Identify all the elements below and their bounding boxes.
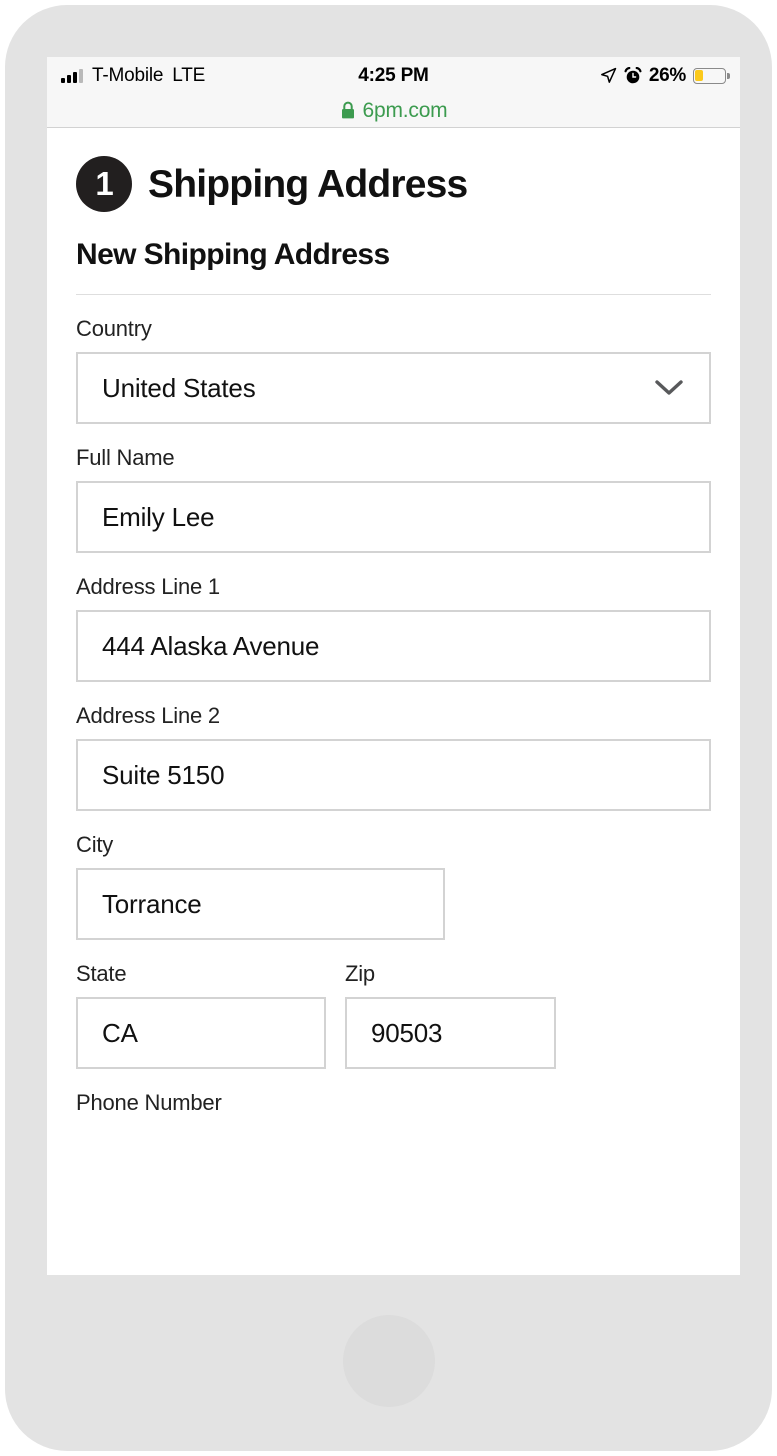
state-input[interactable]: CA	[76, 997, 326, 1069]
checkout-page: 1 Shipping Address New Shipping Address …	[47, 128, 740, 1116]
chevron-down-icon	[655, 380, 683, 395]
zip-label: Zip	[345, 961, 375, 986]
battery-icon	[693, 67, 730, 84]
url-text: 6pm.com	[362, 98, 448, 122]
state-label: State	[76, 961, 127, 986]
browser-url-bar[interactable]: 6pm.com	[47, 94, 740, 128]
address-line-1-label: Address Line 1	[76, 574, 220, 599]
section-subtitle: New Shipping Address	[76, 238, 390, 271]
section-divider	[76, 294, 711, 295]
field-address-line-1: Address Line 1 444 Alaska Avenue	[76, 574, 711, 682]
city-input[interactable]: Torrance	[76, 868, 445, 940]
zip-input[interactable]: 90503	[345, 997, 556, 1069]
battery-percentage-label: 26%	[648, 64, 686, 86]
ios-status-bar: T-Mobile LTE 4:25 PM 26%	[47, 57, 740, 94]
step-number-badge: 1	[76, 156, 132, 212]
address-line-2-value: Suite 5150	[102, 759, 225, 790]
state-value: CA	[102, 1017, 138, 1048]
alarm-clock-icon	[624, 66, 642, 83]
full-name-input[interactable]: Emily Lee	[76, 481, 711, 553]
address-line-2-input[interactable]: Suite 5150	[76, 739, 711, 811]
field-full-name: Full Name Emily Lee	[76, 445, 711, 553]
country-select[interactable]: United States	[76, 352, 711, 424]
address-line-1-input[interactable]: 444 Alaska Avenue	[76, 610, 711, 682]
zip-value: 90503	[371, 1017, 443, 1048]
state-zip-row: State CA Zip 90503	[76, 961, 711, 1069]
address-line-2-label: Address Line 2	[76, 703, 220, 728]
field-address-line-2: Address Line 2 Suite 5150	[76, 703, 711, 811]
field-state: State CA	[76, 961, 326, 1069]
battery-fill	[695, 69, 704, 82]
full-name-label: Full Name	[76, 445, 175, 470]
shipping-step-heading: 1 Shipping Address	[76, 156, 711, 212]
field-city: City Torrance	[76, 832, 711, 940]
field-country: Country United States	[76, 316, 711, 424]
lock-icon	[341, 101, 354, 119]
city-label: City	[76, 832, 114, 857]
page-title: Shipping Address	[148, 162, 468, 206]
country-value: United States	[102, 372, 256, 403]
device-screen: T-Mobile LTE 4:25 PM 26% 6pm.com 1 Shipp…	[47, 57, 740, 1275]
country-label: Country	[76, 316, 152, 341]
phone-number-label: Phone Number	[76, 1090, 222, 1115]
full-name-value: Emily Lee	[102, 501, 215, 532]
status-bar-right: 26%	[600, 64, 730, 87]
field-zip: Zip 90503	[345, 961, 556, 1069]
address-line-1-value: 444 Alaska Avenue	[102, 630, 320, 661]
location-arrow-icon	[600, 67, 617, 83]
city-value: Torrance	[102, 888, 202, 919]
phone-device-frame: T-Mobile LTE 4:25 PM 26% 6pm.com 1 Shipp…	[5, 5, 772, 1451]
home-button[interactable]	[342, 1315, 435, 1407]
